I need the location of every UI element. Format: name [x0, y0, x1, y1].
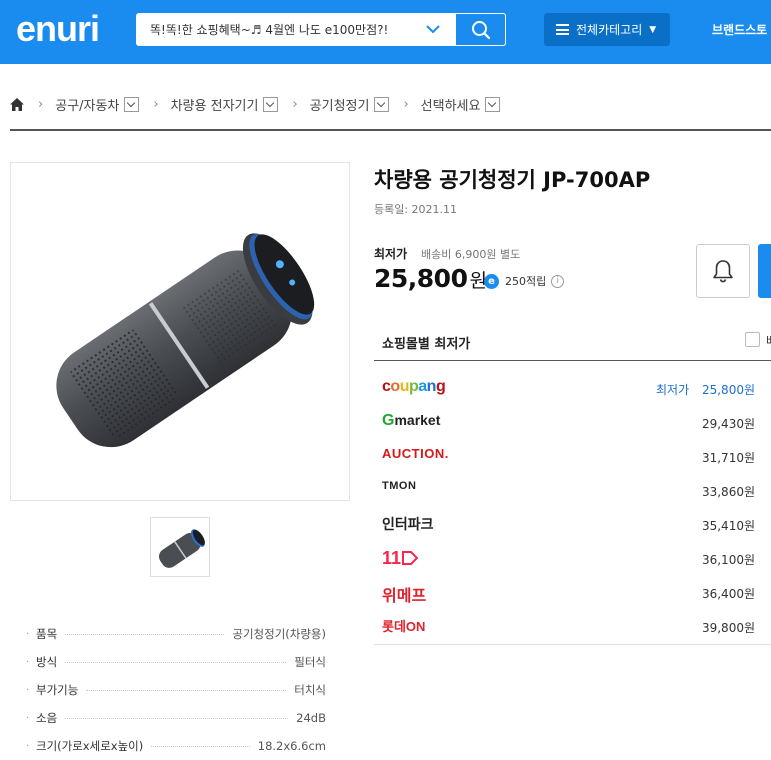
chevron-right-icon: ›: [38, 96, 44, 112]
lowest-price-label: 최저가: [374, 247, 408, 261]
dropdown-icon[interactable]: [374, 96, 390, 112]
shop-price[interactable]: 31,710원: [702, 449, 755, 466]
shop-row[interactable]: coupang 최저가 25,800원: [374, 372, 771, 406]
coupang-logo[interactable]: coupang: [382, 378, 446, 396]
gmarket-logo[interactable]: Gmarket: [382, 412, 440, 430]
chevron-right-icon: ›: [292, 96, 298, 112]
auction-logo[interactable]: AUCTION.: [382, 446, 449, 461]
search-button[interactable]: [456, 13, 506, 46]
product-title: 차량용 공기청정기 JP-700AP: [374, 168, 651, 192]
shop-row[interactable]: 롯데ON 39,800원: [374, 610, 771, 644]
air-purifier-thumbnail: [159, 529, 205, 568]
caret-down-icon: ▼: [649, 24, 657, 35]
menu-icon: [556, 24, 569, 35]
filter-checkbox[interactable]: [745, 332, 760, 347]
shop-price[interactable]: 39,800원: [702, 619, 755, 636]
info-icon[interactable]: i: [551, 274, 565, 288]
11st-arrow-icon: [402, 551, 419, 565]
shop-row[interactable]: 11 36,100원: [374, 542, 771, 576]
chevron-right-icon: ›: [153, 96, 159, 112]
spec-row: · 방식 필터식: [26, 655, 326, 669]
shop-price[interactable]: 25,800원: [702, 381, 755, 398]
category-label: 전체카테고리: [576, 23, 643, 37]
product-image[interactable]: [10, 162, 350, 501]
all-category-button[interactable]: 전체카테고리 ▼: [544, 13, 670, 46]
filter-checkbox-label: 배: [766, 332, 771, 349]
shop-row[interactable]: 인터파크 35,410원: [374, 508, 771, 542]
interpark-logo[interactable]: 인터파크: [382, 514, 434, 534]
shop-price[interactable]: 29,430원: [702, 415, 755, 432]
lowest-price: 25,800 원: [374, 264, 487, 293]
shop-price[interactable]: 35,410원: [702, 517, 755, 534]
spec-list: · 품목 공기청정기(차량용) · 방식 필터식 · 부가기능 터치식 · 소음 24dB · 크…: [26, 620, 326, 760]
spec-row: · 크기(가로x세로x높이) 18.2x6.6cm: [26, 739, 326, 753]
emoney-points: e 250적립 i: [484, 273, 565, 289]
enuri-logo[interactable]: enuri: [16, 8, 100, 50]
shop-price-list: coupang 최저가 25,800원 Gmarket 29,430원 AUCT…: [374, 372, 771, 644]
product-thumbnail[interactable]: [150, 517, 210, 577]
shop-row[interactable]: AUCTION. 31,710원: [374, 440, 771, 474]
bell-icon: [713, 260, 733, 283]
brand-store-link[interactable]: 브랜드스토: [712, 21, 767, 38]
top-header: enuri 똑!똑!한 쇼핑혜택~♬ 4월엔 나도 e100만점?! 전체카테고…: [0, 0, 771, 64]
shop-row[interactable]: 위메프 36,400원: [374, 576, 771, 610]
shop-price[interactable]: 36,400원: [702, 585, 755, 602]
breadcrumb: › 공구/자동차 › 차량용 전자기기 › 공기청정기 › 선택하세요: [10, 92, 501, 116]
breadcrumb-item[interactable]: 차량용 전자기기: [171, 95, 279, 114]
shop-row[interactable]: TMON 33,860원: [374, 474, 771, 508]
spec-row: · 소음 24dB: [26, 711, 326, 725]
air-purifier-image: [56, 233, 315, 448]
shop-row[interactable]: Gmarket 29,430원: [374, 406, 771, 440]
buy-button[interactable]: [758, 244, 771, 298]
breadcrumb-item[interactable]: 공구/자동차: [55, 95, 140, 114]
spec-row: · 부가기능 터치식: [26, 683, 326, 697]
home-icon[interactable]: [10, 97, 24, 111]
dropdown-icon[interactable]: [124, 96, 140, 112]
shop-list-title: 쇼핑몰별 최저가: [382, 337, 471, 352]
wemakeprice-logo[interactable]: 위메프: [382, 582, 426, 606]
shop-list-bottom-divider: [374, 644, 771, 645]
emoney-icon: e: [484, 273, 499, 289]
breadcrumb-divider: [10, 129, 771, 131]
best-price-tag: 최저가: [656, 383, 690, 397]
shipping-fee: 배송비 6,900원 별도: [421, 248, 521, 261]
breadcrumb-item[interactable]: 공기청정기: [310, 95, 390, 114]
search-icon: [471, 20, 490, 39]
breadcrumb-item[interactable]: 선택하세요: [421, 95, 501, 114]
search-input[interactable]: 똑!똑!한 쇼핑혜택~♬ 4월엔 나도 e100만점?!: [150, 21, 388, 38]
registration-date: 등록일: 2021.11: [374, 203, 458, 216]
shop-list-header: 쇼핑몰별 최저가 배: [374, 320, 771, 361]
dropdown-icon[interactable]: [263, 96, 279, 112]
11st-logo[interactable]: 11: [382, 548, 419, 569]
shop-price[interactable]: 33,860원: [702, 483, 755, 500]
chevron-down-icon[interactable]: [424, 20, 442, 38]
lotteon-logo[interactable]: 롯데ON: [382, 616, 425, 635]
dropdown-icon[interactable]: [485, 96, 501, 112]
chevron-right-icon: ›: [403, 96, 409, 112]
shop-price[interactable]: 36,100원: [702, 551, 755, 568]
spec-row: · 품목 공기청정기(차량용): [26, 627, 326, 641]
search-box[interactable]: 똑!똑!한 쇼핑혜택~♬ 4월엔 나도 e100만점?!: [136, 13, 506, 46]
tmon-logo[interactable]: TMON: [382, 480, 416, 492]
price-alert-button[interactable]: [696, 244, 750, 298]
